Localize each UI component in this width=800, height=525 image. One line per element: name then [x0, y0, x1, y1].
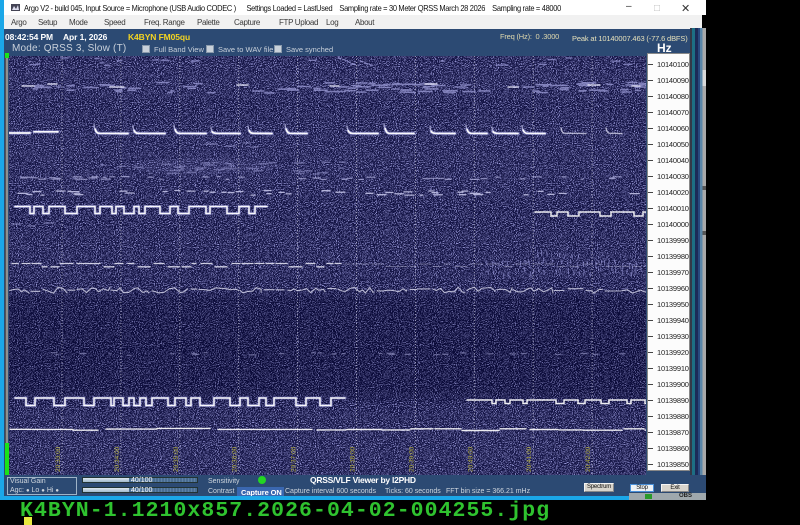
- svg-text:20:42:00: 20:42:00: [585, 446, 592, 472]
- svg-text:20:39:00: 20:39:00: [408, 446, 415, 472]
- svg-text:20:41:00: 20:41:00: [526, 446, 533, 472]
- svg-text:20:34:00: 20:34:00: [114, 446, 121, 472]
- svg-text:20:37:00: 20:37:00: [291, 446, 298, 472]
- svg-text:20:35:00: 20:35:00: [173, 446, 180, 472]
- svg-text:20:40:00: 20:40:00: [467, 446, 474, 472]
- svg-text:20:33:00: 20:33:00: [55, 446, 62, 472]
- svg-text:20:36:00: 20:36:00: [232, 446, 239, 472]
- svg-text:20:38:00: 20:38:00: [350, 446, 357, 472]
